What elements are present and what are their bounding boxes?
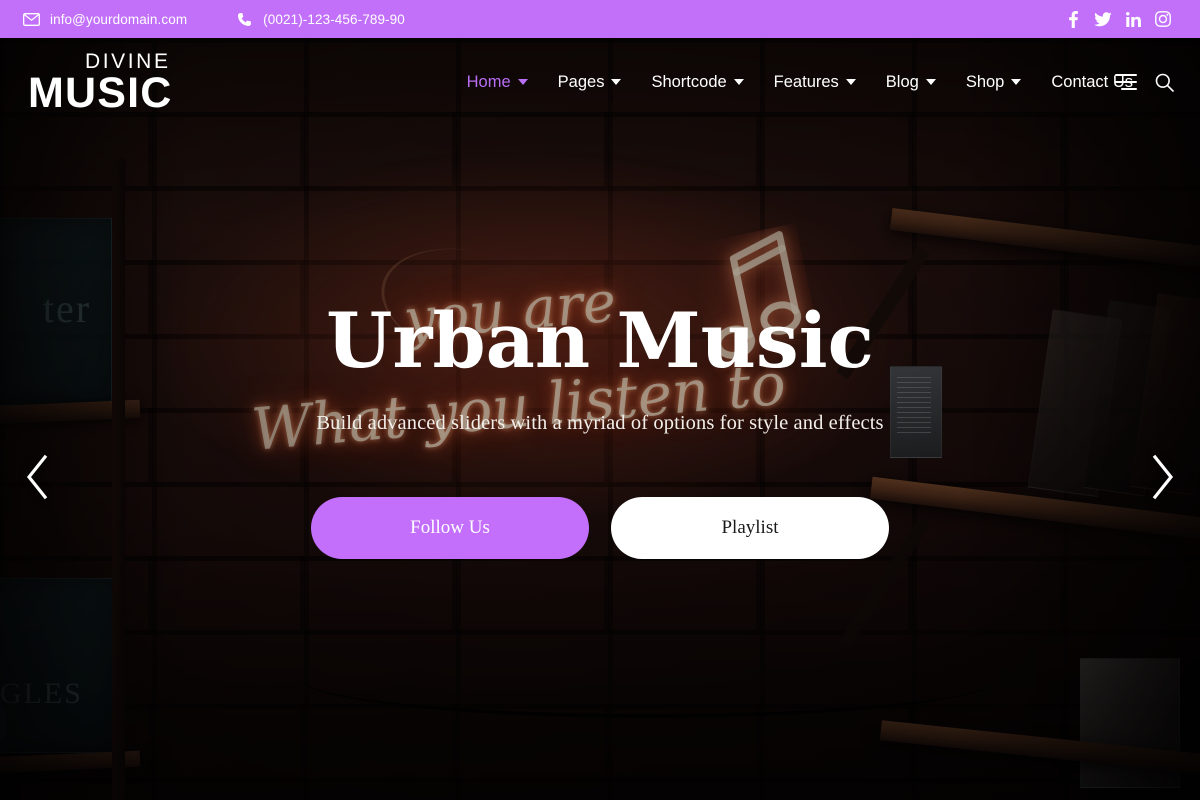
logo-music-text: MUSIC	[28, 68, 173, 117]
top-contact-bar: info@yourdomain.com (0021)-123-456-789-9…	[0, 0, 1200, 38]
nav-label: Features	[773, 72, 839, 91]
nav-item-contact-us[interactable]: Contact Us	[1051, 73, 1133, 92]
linkedin-icon[interactable]	[1118, 4, 1148, 34]
main-navigation: Home Pages Shortcode Features Blog Shop …	[437, 73, 1200, 92]
facebook-icon[interactable]	[1058, 4, 1088, 34]
nav-item-shortcode[interactable]: Shortcode	[651, 72, 744, 92]
search-icon[interactable]	[1155, 73, 1174, 92]
phone-text: (0021)-123-456-789-90	[263, 11, 405, 27]
phone-link[interactable]: (0021)-123-456-789-90	[235, 10, 405, 28]
nav-item-blog[interactable]: Blog	[886, 73, 936, 92]
chevron-down-icon	[925, 79, 936, 85]
social-links	[1058, 4, 1200, 34]
chevron-down-icon	[733, 79, 744, 85]
nav-item-features[interactable]: Features	[774, 73, 856, 92]
slider-next-button[interactable]	[1136, 444, 1190, 510]
hero-subtitle: Build advanced sliders with a myriad of …	[316, 412, 884, 434]
nav-label: Pages	[557, 72, 605, 91]
nav-label: Shortcode	[651, 72, 727, 91]
email-text: info@yourdomain.com	[50, 11, 188, 27]
email-link[interactable]: info@yourdomain.com	[22, 10, 187, 28]
nav-item-pages[interactable]: Pages	[558, 73, 622, 92]
nav-label: Blog	[885, 72, 919, 91]
nav-item-home[interactable]: Home	[467, 73, 528, 92]
chevron-down-icon	[517, 79, 528, 85]
chevron-down-icon	[845, 79, 856, 85]
nav-label: Contact Us	[1051, 72, 1133, 91]
playlist-button[interactable]: Playlist	[611, 497, 889, 559]
hero-buttons: Follow Us Playlist	[311, 497, 889, 559]
nav-label: Shop	[965, 72, 1005, 91]
site-logo[interactable]: DIVINE MUSIC	[0, 51, 173, 114]
twitter-icon[interactable]	[1088, 4, 1118, 34]
topbar-contact-group: info@yourdomain.com (0021)-123-456-789-9…	[0, 10, 405, 28]
envelope-icon	[22, 10, 40, 28]
hero-content: Urban Music Build advanced sliders with …	[0, 38, 1200, 800]
chevron-right-icon	[1150, 454, 1176, 500]
chevron-down-icon	[1011, 79, 1022, 85]
chevron-left-icon	[24, 454, 50, 500]
site-header: DIVINE MUSIC Home Pages Shortcode Featur…	[0, 38, 1200, 126]
hero-title: Urban Music	[326, 296, 874, 385]
phone-icon	[235, 10, 253, 28]
slider-prev-button[interactable]	[10, 444, 64, 510]
nav-item-shop[interactable]: Shop	[966, 73, 1022, 92]
instagram-icon[interactable]	[1148, 4, 1178, 34]
follow-us-button[interactable]: Follow Us	[311, 497, 589, 559]
nav-label: Home	[466, 72, 511, 91]
chevron-down-icon	[611, 79, 622, 85]
hero-slider: you are What you listen to ter	[0, 38, 1200, 800]
